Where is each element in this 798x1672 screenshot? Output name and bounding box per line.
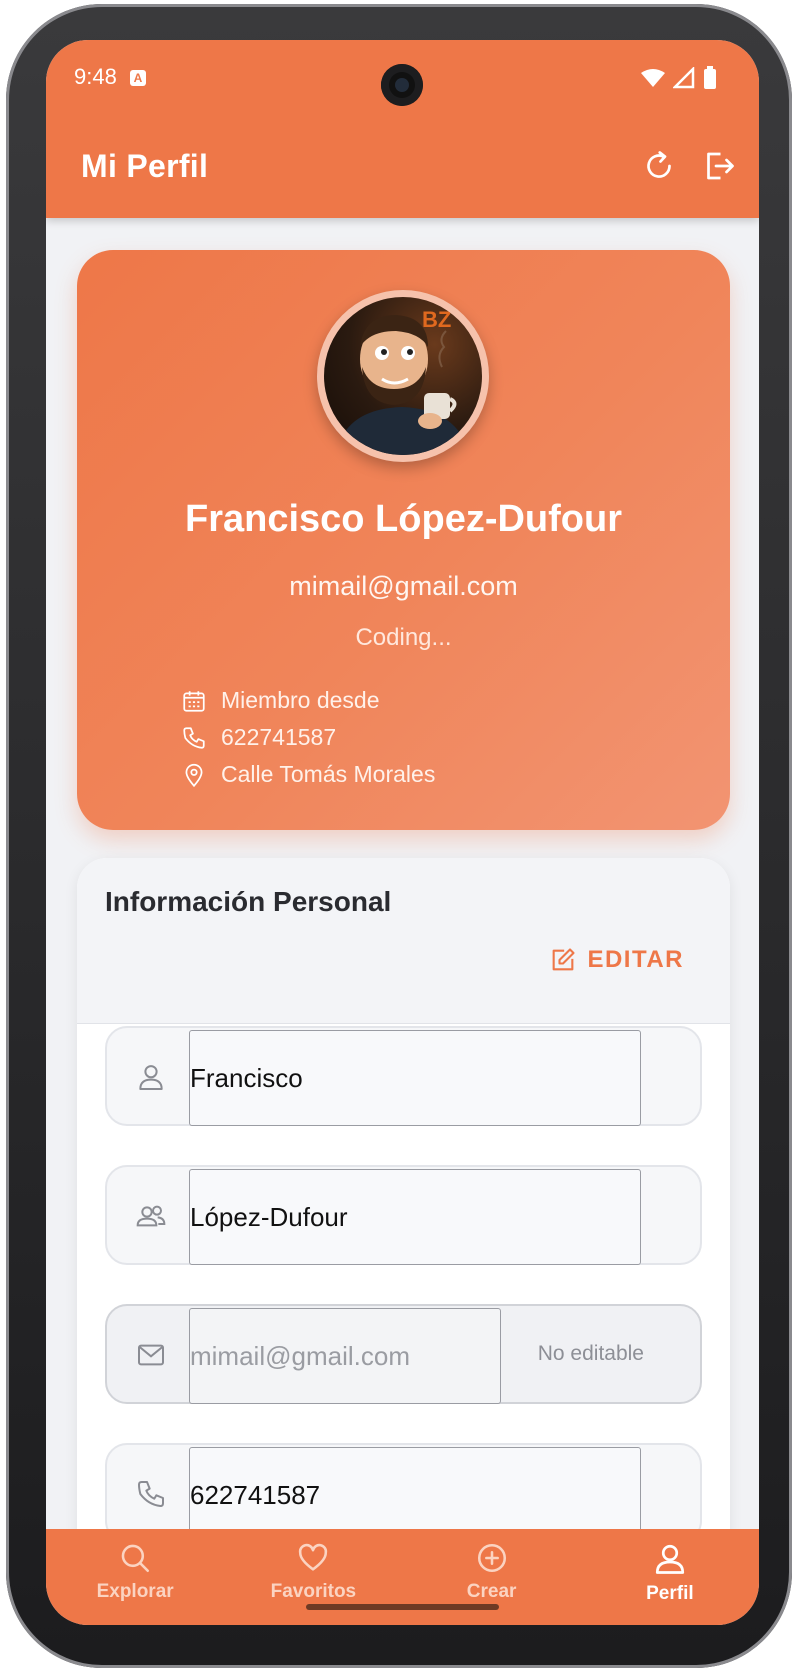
logout-icon[interactable] [701,148,737,184]
profile-email: mimail@gmail.com [289,571,518,601]
phone-icon [138,1481,164,1507]
avatar[interactable]: BZ [317,290,489,462]
email-field: No editable [105,1304,702,1404]
meta-address: Calle Tomás Morales [181,756,435,793]
edit-button[interactable]: EDITAR [549,946,684,974]
nav-perfil-label: Perfil [646,1583,694,1604]
first-name-field [105,1026,702,1126]
meta-address-text: Calle Tomás Morales [221,761,436,787]
plus-circle-icon [477,1543,506,1573]
nav-explorar-label: Explorar [96,1581,174,1602]
camera-cutout [381,64,423,106]
heart-icon [299,1543,328,1571]
app-bar: 9:48 A Mi Perfil [46,40,759,218]
search-icon [121,1544,150,1573]
first-name-input[interactable] [189,1030,641,1126]
meta-member-since: Miembro desde [181,682,435,719]
home-indicator[interactable] [306,1604,499,1610]
not-editable-note: No editable [537,1342,644,1365]
nav-perfil[interactable]: Perfil [581,1529,759,1625]
edit-button-label: EDITAR [587,946,684,973]
avatar-illustration: BZ [336,307,470,455]
person-icon [139,1065,163,1090]
phone-field [105,1443,702,1543]
section-title: Información Personal [105,886,392,917]
battery-icon [704,66,716,89]
nav-favoritos[interactable]: Favoritos [224,1529,402,1625]
profile-meta-list: Miembro desde 622741587 Calle Tomás Mora… [181,682,435,793]
last-name-input[interactable] [189,1169,641,1265]
email-input[interactable] [189,1308,501,1404]
avatar-image: BZ [324,297,482,455]
profile-header-card: BZ Francisco López-Dufour mimail@gmail.c… [77,250,730,830]
bottom-navigation: Explorar Favoritos Crear Perfil [46,1529,759,1625]
nav-favoritos-label: Favoritos [270,1581,357,1602]
profile-name: Francisco López-Dufour [184,498,623,540]
status-icons [641,66,717,90]
nav-explorar[interactable]: Explorar [46,1529,224,1625]
profile-content[interactable]: BZ Francisco López-Dufour mimail@gmail.c… [46,218,759,1570]
person-icon [655,1544,684,1574]
nav-crear[interactable]: Crear [403,1529,581,1625]
nav-crear-label: Crear [466,1581,517,1602]
signal-icon [673,67,695,89]
notification-icon: A [130,70,146,86]
app-screen: 9:48 A Mi Perfil BZ Francisco López-Dufo… [46,40,759,1625]
personal-info-card: Información Personal EDITAR No editable [77,858,730,1570]
mail-icon [138,1344,164,1366]
wifi-icon [641,69,665,87]
profile-status: Coding... [355,624,452,651]
personal-info-header: Información Personal EDITAR [77,858,730,1024]
status-time: 9:48 [74,64,117,89]
avatar-brand-text: BZ [422,307,451,332]
meta-phone: 622741587 [181,719,435,756]
last-name-field [105,1165,702,1265]
page-title: Mi Perfil [81,148,209,184]
meta-phone-text: 622741587 [221,724,337,750]
meta-member-since-text: Miembro desde [221,687,380,713]
refresh-icon[interactable] [641,148,677,184]
people-icon [136,1205,166,1227]
calendar-icon [183,690,205,712]
location-pin-icon [185,763,203,787]
edit-icon [553,948,575,971]
phone-icon [183,726,205,749]
